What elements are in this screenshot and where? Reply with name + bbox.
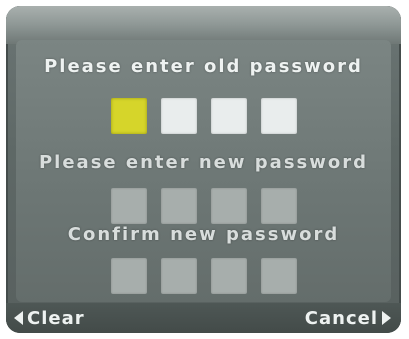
cancel-button-label: Cancel xyxy=(304,307,378,329)
softkey-bar: Clear Cancel xyxy=(6,303,401,333)
dialog-content: Please enter old password Please enter n… xyxy=(16,40,391,302)
old-password-label: Please enter old password xyxy=(44,56,363,77)
confirm-password-digit-3 xyxy=(210,258,247,294)
new-password-digit-2 xyxy=(160,188,197,224)
confirm-password-boxes xyxy=(16,258,391,294)
old-password-boxes xyxy=(16,98,391,134)
new-password-digit-3 xyxy=(210,188,247,224)
new-password-digit-4 xyxy=(260,188,297,224)
old-password-digit-4[interactable] xyxy=(260,98,297,134)
confirm-password-digit-1 xyxy=(110,258,147,294)
confirm-password-label: Confirm new password xyxy=(67,224,340,245)
clear-button-label: Clear xyxy=(27,307,85,329)
cancel-button[interactable]: Cancel xyxy=(305,307,391,329)
dialog-header-strip xyxy=(6,6,401,44)
clear-button[interactable]: Clear xyxy=(14,307,85,329)
right-arrow-icon xyxy=(382,311,391,325)
old-password-digit-1[interactable] xyxy=(110,98,147,134)
new-password-label: Please enter new password xyxy=(38,152,369,173)
confirm-password-digit-4 xyxy=(260,258,297,294)
old-password-digit-3[interactable] xyxy=(210,98,247,134)
old-password-digit-2[interactable] xyxy=(160,98,197,134)
password-dialog: Please enter old password Please enter n… xyxy=(6,6,401,333)
confirm-password-digit-2 xyxy=(160,258,197,294)
new-password-boxes xyxy=(16,188,391,224)
left-arrow-icon xyxy=(14,311,23,325)
new-password-digit-1 xyxy=(110,188,147,224)
